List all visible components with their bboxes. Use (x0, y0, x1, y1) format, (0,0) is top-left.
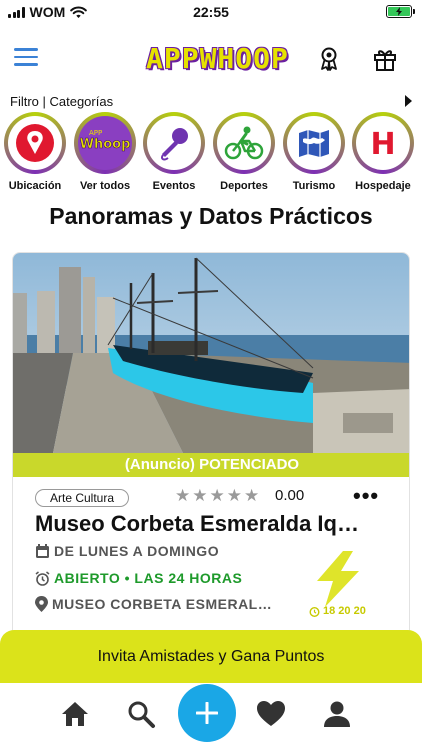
app-logo: APPWHOOP (146, 42, 289, 75)
microphone-icon (160, 128, 188, 161)
location-row: MUSEO CORBETA ESMERAL… (35, 596, 272, 612)
charging-bolt-icon (396, 7, 402, 16)
location-text: MUSEO CORBETA ESMERAL… (52, 596, 273, 612)
open-status-row: ABIERTO • LAS 24 HORAS (35, 570, 242, 586)
category-label: Deportes (220, 180, 268, 192)
app-header: APPWHOOP (0, 36, 422, 82)
svg-text:APP: APP (89, 129, 102, 137)
schedule-row: DE LUNES A DOMINGO (35, 543, 219, 559)
scroll-right-arrow-icon[interactable] (405, 95, 412, 107)
alarm-clock-icon (35, 570, 50, 586)
rating-stars: ★ ★ ★ ★ ★ (175, 486, 259, 506)
map-pin-icon (35, 596, 48, 612)
schedule-text: DE LUNES A DOMINGO (54, 543, 220, 559)
category-ubicacion[interactable]: Ubicación (2, 112, 68, 192)
category-carousel: Ubicación Whoop APP Ver todos Eventos De… (0, 112, 422, 196)
category-label: Hospedaje (355, 180, 411, 192)
invite-banner-button[interactable]: Invita Amistades y Gana Puntos (0, 630, 422, 683)
calendar-icon (36, 543, 49, 558)
category-turismo[interactable]: Turismo (281, 112, 347, 192)
star-icon: ★ (226, 486, 242, 505)
listing-card[interactable]: (Anuncio) POTENCIADO Arte Cultura ★ ★ ★ … (12, 252, 410, 652)
listing-title[interactable]: Museo Corbeta Esmeralda Iq… (35, 511, 359, 537)
location-pin-icon (16, 124, 54, 162)
rating-value: 0.00 (275, 487, 305, 504)
countdown-text: 18 20 20 (323, 605, 366, 617)
search-icon[interactable] (126, 699, 156, 729)
star-icon: ★ (244, 486, 260, 505)
lightning-bolt-icon (317, 551, 359, 607)
clock: 22:55 (193, 4, 229, 20)
battery-icon (386, 5, 415, 18)
map-icon (299, 130, 329, 157)
cyclist-icon (224, 126, 264, 160)
star-icon: ★ (209, 486, 225, 505)
section-title: Panoramas y Datos Prácticos (49, 203, 373, 229)
svg-text:Whoop: Whoop (80, 137, 130, 152)
category-label: Eventos (152, 180, 196, 192)
category-label: Ubicación (8, 180, 62, 192)
ship-museum-image (13, 253, 409, 453)
svg-text:H: H (370, 127, 395, 162)
countdown-timer: 18 20 20 (309, 605, 366, 617)
promo-banner: (Anuncio) POTENCIADO (13, 453, 409, 477)
profile-icon[interactable] (322, 699, 352, 729)
home-icon[interactable] (60, 699, 90, 729)
category-label: Ver todos (79, 180, 131, 192)
star-icon: ★ (175, 486, 191, 505)
add-button[interactable] (178, 684, 236, 742)
gift-icon[interactable] (372, 46, 398, 72)
hotel-icon: H (370, 127, 395, 162)
category-ver-todos[interactable]: Whoop APP Ver todos (72, 112, 138, 192)
whoop-logo-icon: Whoop APP (80, 129, 130, 152)
award-ribbon-icon[interactable] (316, 46, 342, 72)
status-bar: WOM 22:55 (0, 0, 422, 24)
clock-icon (309, 606, 320, 617)
filter-label: Filtro | Categorías (10, 94, 114, 109)
star-icon: ★ (192, 486, 208, 505)
category-label: Turismo (292, 180, 336, 192)
menu-icon[interactable] (14, 48, 38, 68)
category-deportes[interactable]: Deportes (211, 112, 277, 192)
more-options-icon[interactable]: ••• (353, 483, 379, 509)
category-tag: Arte Cultura (35, 489, 130, 507)
listing-photo[interactable] (13, 253, 409, 453)
open-status-text: ABIERTO • LAS 24 HORAS (54, 570, 243, 586)
category-hospedaje[interactable]: H Hospedaje (350, 112, 416, 192)
category-eventos[interactable]: Eventos (141, 112, 207, 192)
plus-icon (196, 702, 218, 724)
heart-icon[interactable] (256, 699, 286, 729)
